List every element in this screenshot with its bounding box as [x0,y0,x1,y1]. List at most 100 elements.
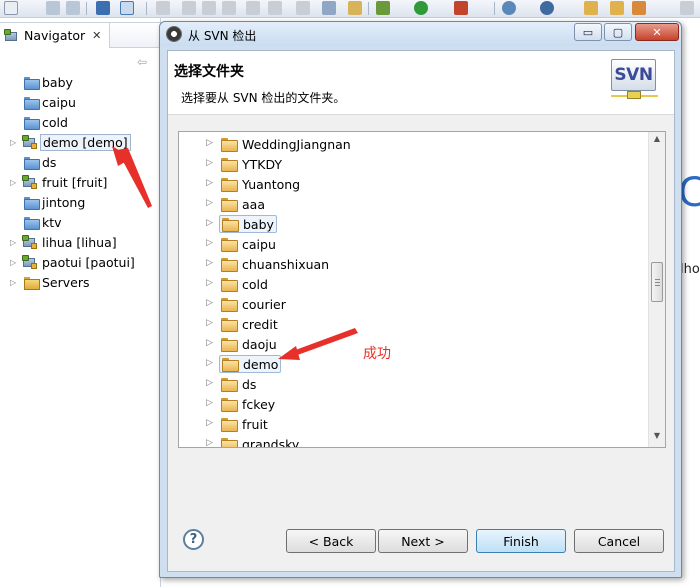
expand-arrow-icon[interactable]: ▷ [206,438,213,447]
expand-arrow-icon[interactable]: ▷ [10,258,22,267]
folder-row[interactable]: ▷ fruit [179,414,649,434]
open-type-icon[interactable] [584,1,598,15]
drop-frame-icon[interactable] [296,1,310,15]
expand-arrow-icon[interactable]: ▷ [206,398,213,408]
step-icon[interactable] [222,1,236,15]
expand-arrow-icon[interactable]: ▷ [206,358,213,368]
expand-arrow-icon[interactable]: ▷ [206,198,213,208]
folder-tree[interactable]: ▷ WeddingJiangnan ▷ YTKDY ▷ Yuantong ▷ aaa ▷ baby… [178,131,666,448]
folder-item[interactable]: fckey [219,395,277,413]
folder-row[interactable]: ▷ daoju [179,334,649,354]
run-green-icon[interactable] [414,1,428,15]
folder-item[interactable]: caipu [219,235,278,253]
folder-item[interactable]: daoju [219,335,279,353]
folder-row[interactable]: ▷ baby [179,214,649,234]
dialog-titlebar[interactable]: 从 SVN 检出 ▭ ▢ ✕ [160,22,681,46]
minimize-button[interactable]: ▭ [574,23,602,41]
back-button[interactable]: < Back [286,529,376,553]
folder-item[interactable]: cold [219,275,270,293]
folder-row[interactable]: ▷ credit [179,314,649,334]
expand-arrow-icon[interactable]: ▷ [206,278,213,288]
expand-arrow-icon[interactable]: ▷ [10,138,22,147]
expand-arrow-icon[interactable]: ▷ [206,338,213,348]
expand-arrow-icon[interactable]: ▷ [206,138,213,148]
server-icon[interactable] [540,1,554,15]
globe-icon[interactable] [502,1,516,15]
finish-button[interactable]: Finish [476,529,566,553]
disconnect-icon[interactable] [202,1,216,15]
vertical-scrollbar[interactable]: ▲ ▼ [648,132,665,447]
folder-item[interactable]: demo [219,355,282,373]
pen-icon[interactable] [632,1,646,15]
folder-row[interactable]: ▷ grandsky [179,434,649,447]
new-icon[interactable] [4,1,18,15]
skip-breakpoints-icon[interactable] [348,1,362,15]
navigator-tab[interactable]: Navigator ✕ [0,23,110,48]
folder-row[interactable]: ▷ courier [179,294,649,314]
expand-arrow-icon[interactable]: ▷ [206,378,213,388]
navigator-item[interactable]: ▷ Servers [10,272,90,292]
stop-icon[interactable] [182,1,196,15]
folder-item[interactable]: credit [219,315,280,333]
folder-item[interactable]: aaa [219,195,267,213]
navigator-item[interactable]: ▷ paotui [paotui] [10,252,135,272]
next-button[interactable]: Next > [378,529,468,553]
folder-row[interactable]: ▷ ds [179,374,649,394]
scroll-up-icon[interactable]: ▲ [649,134,665,148]
save-all-icon[interactable] [66,1,80,15]
folder-row[interactable]: ▷ Yuantong [179,174,649,194]
folder-row[interactable]: ▷ fckey [179,394,649,414]
navigator-item[interactable]: ds [10,152,56,172]
step-return-icon[interactable] [268,1,282,15]
close-icon[interactable]: ✕ [92,29,101,42]
save-icon[interactable] [46,1,60,15]
navigator-item[interactable]: baby [10,72,73,92]
folder-item[interactable]: YTKDY [219,155,284,173]
expand-arrow-icon[interactable]: ▷ [206,298,213,308]
folder-row[interactable]: ▷ aaa [179,194,649,214]
maximize-button[interactable]: ▢ [604,23,632,41]
expand-arrow-icon[interactable]: ▷ [206,258,213,268]
folder-item[interactable]: chuanshixuan [219,255,331,273]
expand-arrow-icon[interactable]: ▷ [10,178,22,187]
scroll-down-icon[interactable]: ▼ [649,431,665,445]
folder-row[interactable]: ▷ caipu [179,234,649,254]
folder-item[interactable]: Yuantong [219,175,302,193]
debug-icon[interactable] [376,1,390,15]
navigator-item[interactable]: cold [10,112,68,132]
close-button[interactable]: ✕ [635,23,679,41]
folder-item[interactable]: fruit [219,415,270,433]
expand-arrow-icon[interactable]: ▷ [206,158,213,168]
expand-arrow-icon[interactable]: ▷ [206,238,213,248]
run-icon[interactable] [156,1,170,15]
navigator-item[interactable]: ▷ demo [demo] [10,132,131,152]
expand-arrow-icon[interactable]: ▷ [206,218,213,228]
navigator-item[interactable]: ktv [10,212,62,232]
navigator-item[interactable]: ▷ lihua [lihua] [10,232,117,252]
next-annotation-icon[interactable] [680,1,694,15]
folder-row[interactable]: ▷ demo [179,354,649,374]
folder-row[interactable]: ▷ chuanshixuan [179,254,649,274]
scrollbar-thumb[interactable] [651,262,663,302]
open-resource-icon[interactable] [610,1,624,15]
folder-row[interactable]: ▷ YTKDY [179,154,649,174]
expand-arrow-icon[interactable]: ▷ [206,418,213,428]
navigator-item[interactable]: ▷ fruit [fruit] [10,172,107,192]
step-over-icon[interactable] [246,1,260,15]
folder-item[interactable]: baby [219,215,277,233]
folder-item[interactable]: WeddingJiangnan [219,135,353,153]
folder-row[interactable]: ▷ cold [179,274,649,294]
expand-arrow-icon[interactable]: ▷ [206,178,213,188]
help-icon[interactable]: ? [183,529,204,550]
folder-item[interactable]: ds [219,375,258,393]
folder-item[interactable]: grandsky [219,435,301,447]
navigator-item[interactable]: jintong [10,192,85,212]
use-step-filters-icon[interactable] [322,1,336,15]
expand-arrow-icon[interactable]: ▷ [10,278,22,287]
navigator-item[interactable]: caipu [10,92,76,112]
expand-arrow-icon[interactable]: ▷ [206,318,213,328]
console-icon[interactable] [96,1,110,15]
search-toggle-icon[interactable] [120,1,134,15]
cancel-button[interactable]: Cancel [574,529,664,553]
expand-arrow-icon[interactable]: ▷ [10,238,22,247]
